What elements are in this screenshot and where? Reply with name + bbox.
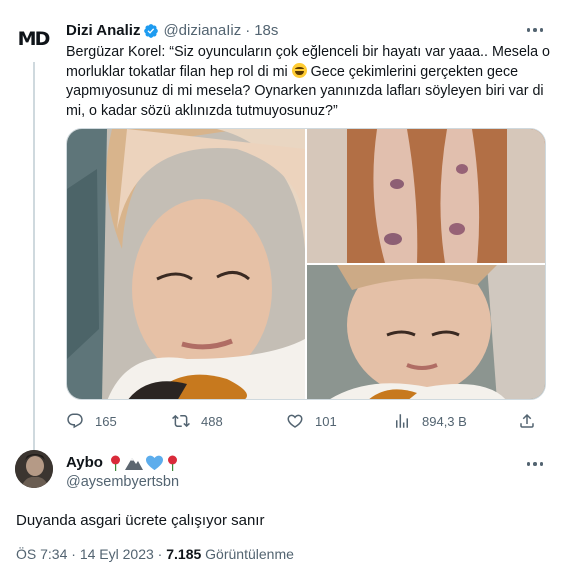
author-avatar[interactable]: MD: [14, 20, 52, 58]
reply-avatar[interactable]: [15, 450, 53, 488]
reply-time[interactable]: ÖS 7:34: [16, 546, 67, 562]
verified-badge-icon: [144, 23, 159, 38]
thread-line: [33, 62, 35, 452]
heart-icon: [287, 414, 303, 428]
reply-views-count: 7.185: [166, 546, 202, 562]
reply-date[interactable]: 14 Eyl 2023: [80, 546, 154, 562]
photo-woman-selfie[interactable]: [67, 129, 305, 399]
like-count: 101: [315, 413, 337, 429]
reply-more-options-button[interactable]: [525, 456, 545, 472]
laughing-emoji-icon: [291, 62, 307, 78]
reply-icon: [67, 413, 83, 429]
reply-tweet[interactable]: Aybo @aysembyertsbn Duyanda asgari ücret…: [0, 440, 561, 574]
share-button[interactable]: [518, 412, 547, 430]
rose-icon: [110, 455, 120, 471]
name-emojis: [109, 455, 179, 471]
photo-face-closeup[interactable]: [307, 265, 545, 399]
retweet-icon: [172, 414, 190, 428]
views-button[interactable]: 894,3 B: [393, 412, 467, 430]
tweet-actions: 165 488 101 894,3 B: [66, 408, 546, 434]
photo-woman-selfie-illustration: [67, 129, 305, 399]
photo-face-closeup-illustration: [307, 265, 545, 399]
tweet-time[interactable]: 18s: [254, 22, 278, 39]
separator-dot: ·: [245, 22, 251, 39]
meta-dot-2: ·: [157, 546, 163, 562]
media-grid: [66, 128, 546, 400]
reply-button[interactable]: 165: [66, 412, 117, 430]
views-count: 894,3 B: [422, 413, 467, 429]
author-handle[interactable]: @dizianaIiz: [163, 22, 241, 39]
more-options-button[interactable]: [525, 22, 545, 38]
retweet-count: 488: [201, 413, 223, 429]
reply-count: 165: [95, 413, 117, 429]
author-name[interactable]: Dizi Analiz: [66, 22, 140, 39]
reply-text: Duyanda asgari ücrete çalışıyor sanır: [16, 512, 265, 529]
photo-bruised-legs-illustration: [307, 129, 545, 263]
reply-metadata: ÖS 7:34 · 14 Eyl 2023 · 7.185 Görüntülen…: [16, 546, 294, 562]
reply-header: Aybo: [66, 454, 179, 471]
reply-author-name[interactable]: Aybo: [66, 454, 103, 471]
photo-bruised-legs[interactable]: [307, 129, 545, 263]
reply-views-label: Görüntülenme: [205, 546, 294, 562]
views-chart-icon: [396, 414, 408, 428]
tweet-text: Bergüzar Korel: “Siz oyuncuların çok eğl…: [66, 43, 552, 121]
mountain-icon: [124, 457, 143, 470]
like-button[interactable]: 101: [286, 412, 337, 430]
quoted-tweet[interactable]: MD Dizi Analiz @dizianaIiz · 18s Bergüza…: [0, 0, 561, 452]
reply-avatar-image: [15, 450, 53, 488]
blue-heart-icon: [145, 455, 163, 470]
rose-icon: [167, 455, 177, 471]
reply-author-handle[interactable]: @aysembyertsbn: [66, 474, 179, 490]
meta-dot: ·: [71, 546, 76, 562]
retweet-button[interactable]: 488: [172, 412, 223, 430]
tweet-header: Dizi Analiz @dizianaIiz · 18s: [66, 22, 278, 39]
share-icon: [520, 413, 534, 428]
